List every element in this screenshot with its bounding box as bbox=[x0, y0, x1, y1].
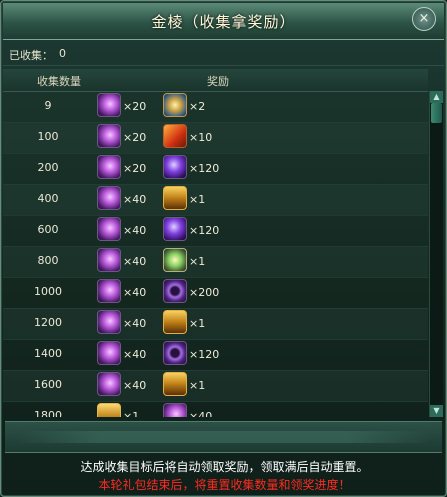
purple-feather-icon[interactable] bbox=[97, 93, 121, 117]
purple-ring-icon[interactable] bbox=[163, 341, 187, 365]
cost-quantity: ×20 bbox=[123, 131, 147, 144]
row-count: 1800 bbox=[34, 409, 62, 417]
header-reward: 奖励 bbox=[207, 75, 229, 88]
reward-quantity: ×120 bbox=[189, 162, 220, 175]
reward-quantity: ×120 bbox=[189, 224, 220, 237]
cost-quantity: ×40 bbox=[123, 348, 147, 361]
purple-feather-icon[interactable] bbox=[97, 341, 121, 365]
footer-warning: 本轮礼包结束后，将重置收集数量和领奖进度！ bbox=[98, 478, 351, 492]
cost-quantity: ×40 bbox=[123, 317, 147, 330]
table-row: 400 ×40 ×1 bbox=[3, 184, 428, 216]
close-button[interactable]: × bbox=[412, 7, 436, 31]
row-count: 800 bbox=[37, 254, 59, 267]
table-row: 800 ×40 ×1 bbox=[3, 246, 428, 278]
table-row: 100 ×20 ×10 bbox=[3, 122, 428, 154]
collection-reward-window: 金棱（收集拿奖励） × 已收集： 0 收集数量 奖励 9 ×20 ×2 100 ×… bbox=[0, 0, 447, 497]
reward-quantity: ×1 bbox=[189, 317, 206, 330]
cost-quantity: ×40 bbox=[123, 379, 147, 392]
reward-quantity: ×1 bbox=[189, 255, 206, 268]
row-count: 1200 bbox=[34, 316, 62, 329]
reward-quantity: ×2 bbox=[189, 100, 206, 113]
golden-lantern-icon[interactable] bbox=[163, 372, 187, 396]
purple-feather-icon[interactable] bbox=[97, 155, 121, 179]
collected-status: 已收集： 0 bbox=[3, 43, 444, 66]
scroll-up-arrow-icon[interactable]: ▲ bbox=[430, 91, 443, 103]
table-row: 1800 ×1 ×40 bbox=[3, 401, 428, 417]
golden-chest-icon[interactable] bbox=[97, 403, 121, 417]
table-row: 1200 ×40 ×1 bbox=[3, 308, 428, 340]
table-row: 1000 ×40 ×200 bbox=[3, 277, 428, 309]
collected-label: 已收集： bbox=[9, 49, 53, 62]
scroll-down-arrow-icon[interactable]: ▼ bbox=[430, 405, 443, 417]
cost-quantity: ×1 bbox=[123, 410, 140, 417]
row-count: 1600 bbox=[34, 378, 62, 391]
reward-quantity: ×200 bbox=[189, 286, 220, 299]
purple-orb-icon[interactable] bbox=[163, 217, 187, 241]
reward-quantity: ×1 bbox=[189, 379, 206, 392]
purple-feather-icon[interactable] bbox=[97, 310, 121, 334]
reward-quantity: ×40 bbox=[189, 410, 213, 417]
cost-quantity: ×20 bbox=[123, 162, 147, 175]
decorative-band bbox=[5, 421, 442, 453]
scroll-thumb[interactable] bbox=[431, 103, 442, 123]
table-row: 9 ×20 ×2 bbox=[3, 91, 428, 123]
purple-feather-icon[interactable] bbox=[97, 124, 121, 148]
reward-list: 9 ×20 ×2 100 ×20 ×10 200 ×20 ×120 400 ×40 ×… bbox=[3, 91, 428, 417]
row-count: 1400 bbox=[34, 347, 62, 360]
table-row: 1600 ×40 ×1 bbox=[3, 370, 428, 402]
cost-quantity: ×40 bbox=[123, 286, 147, 299]
reward-quantity: ×1 bbox=[189, 193, 206, 206]
window-title: 金棱（收集拿奖励） bbox=[151, 13, 296, 31]
row-count: 1000 bbox=[34, 285, 62, 298]
purple-feather-icon[interactable] bbox=[97, 279, 121, 303]
row-count: 200 bbox=[37, 161, 59, 174]
purple-feather-icon[interactable] bbox=[97, 186, 121, 210]
reward-quantity: ×120 bbox=[189, 348, 220, 361]
purple-feather-icon[interactable] bbox=[163, 403, 187, 417]
cost-quantity: ×40 bbox=[123, 255, 147, 268]
title-bar[interactable]: 金棱（收集拿奖励） × bbox=[3, 3, 444, 40]
footer-note: 达成收集目标后将自动领取奖励，领取满后自动重置。 bbox=[80, 460, 369, 474]
row-count: 9 bbox=[44, 99, 52, 112]
row-count: 100 bbox=[37, 130, 59, 143]
leaf-charm-icon[interactable] bbox=[163, 248, 187, 272]
table-row: 1400 ×40 ×120 bbox=[3, 339, 428, 371]
row-count: 400 bbox=[37, 192, 59, 205]
reward-quantity: ×10 bbox=[189, 131, 213, 144]
golden-lantern-icon[interactable] bbox=[163, 186, 187, 210]
cost-quantity: ×20 bbox=[123, 100, 147, 113]
table-row: 600 ×40 ×120 bbox=[3, 215, 428, 247]
red-ticket-icon[interactable] bbox=[163, 124, 187, 148]
compass-icon[interactable] bbox=[163, 93, 187, 117]
header-count: 收集数量 bbox=[37, 75, 81, 88]
cost-quantity: ×40 bbox=[123, 193, 147, 206]
collected-value: 0 bbox=[59, 47, 66, 60]
scrollbar[interactable]: ▲ ▼ bbox=[429, 91, 443, 417]
golden-lantern-icon[interactable] bbox=[163, 310, 187, 334]
table-row: 200 ×20 ×120 bbox=[3, 153, 428, 185]
purple-feather-icon[interactable] bbox=[97, 372, 121, 396]
purple-ring-icon[interactable] bbox=[163, 279, 187, 303]
cost-quantity: ×40 bbox=[123, 224, 147, 237]
row-count: 600 bbox=[37, 223, 59, 236]
purple-feather-icon[interactable] bbox=[97, 217, 121, 241]
table-header: 收集数量 奖励 bbox=[3, 69, 428, 92]
purple-feather-icon[interactable] bbox=[97, 248, 121, 272]
purple-orb-icon[interactable] bbox=[163, 155, 187, 179]
